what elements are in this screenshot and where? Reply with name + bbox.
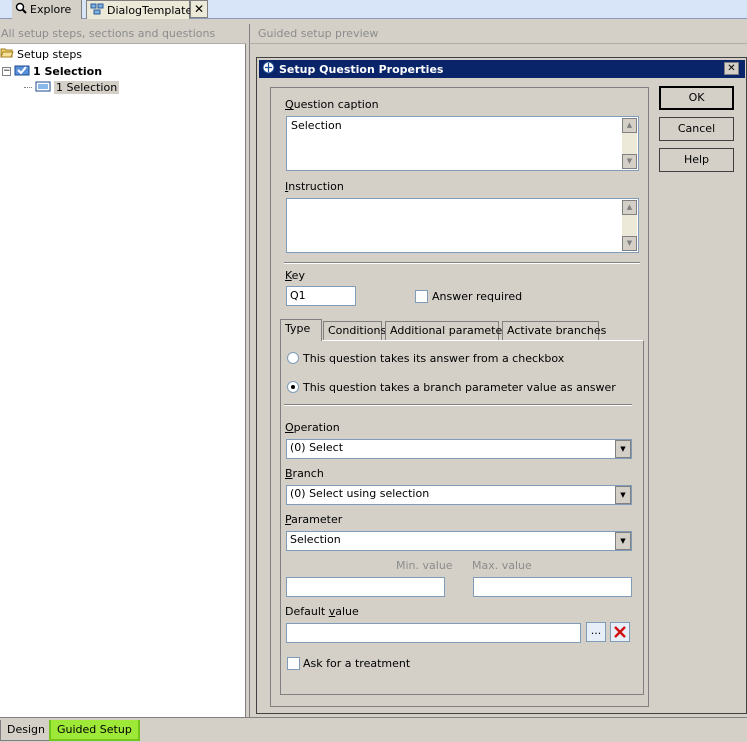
key-label: Key [285, 269, 305, 282]
magnifier-icon [15, 2, 27, 17]
setup-step-icon [14, 64, 30, 79]
tree-root-setup-steps[interactable]: Setup steps [0, 47, 82, 62]
tab-dialog-template-label: DialogTemplate [107, 3, 193, 17]
ask-treatment-label: Ask for a treatment [303, 657, 411, 670]
right-panel-header: Guided setup preview [249, 24, 747, 44]
tree-node-question[interactable]: 1 Selection [24, 80, 120, 95]
question-icon [35, 80, 51, 95]
tab-guided-setup[interactable]: Guided Setup [49, 720, 140, 741]
question-caption-label-rest: uestion caption [293, 98, 379, 111]
dialog-app-icon [262, 61, 275, 77]
tab-design[interactable]: Design [0, 720, 52, 741]
divider [284, 262, 640, 264]
scroll-up-icon[interactable]: ▲ [622, 200, 637, 215]
operation-value: (0) Select [290, 441, 344, 454]
scroll-down-icon[interactable]: ▼ [622, 236, 637, 251]
caption-scrollbar[interactable]: ▲ ▼ [622, 118, 637, 169]
tab-activate-branches[interactable]: Activate branches [502, 321, 606, 340]
tree-question-label: 1 Selection [54, 81, 120, 94]
radio-branch-parameter-label: This question takes a branch parameter v… [303, 381, 616, 394]
max-value-field[interactable] [473, 577, 632, 597]
dialog-title: Setup Question Properties [279, 62, 444, 76]
tree-node-step[interactable]: − 1 Selection [2, 64, 102, 79]
left-panel-header: All setup steps, sections and questions [0, 24, 246, 44]
tab-type[interactable]: Type [280, 319, 322, 341]
branch-label: Branch [285, 467, 324, 480]
dropdown-arrow-icon[interactable]: ▼ [615, 440, 631, 458]
answer-required-checkbox[interactable] [415, 290, 428, 303]
ok-button[interactable]: OK [659, 86, 734, 110]
default-value-label: Default value [285, 605, 359, 618]
max-value-label: Max. value [472, 559, 532, 572]
divider [284, 404, 632, 406]
question-caption-value: Selection [291, 119, 342, 132]
tab-dialog-template[interactable]: DialogTemplate [86, 0, 193, 19]
branch-value: (0) Select using selection [290, 487, 430, 500]
clear-icon[interactable] [610, 622, 630, 642]
operation-select[interactable]: (0) Select ▼ [286, 439, 632, 459]
tab-conditions[interactable]: Conditions [323, 321, 386, 340]
tab-additional-parameters[interactable]: Additional parameters [385, 321, 513, 340]
dialog-template-icon [90, 3, 104, 18]
instruction-scrollbar[interactable]: ▲ ▼ [622, 200, 637, 251]
parameter-select[interactable]: Selection ▼ [286, 531, 632, 551]
parameter-value: Selection [290, 533, 341, 546]
lookup-button[interactable]: ... [586, 622, 606, 642]
tab-explore[interactable]: Explore [12, 0, 82, 19]
branch-select[interactable]: (0) Select using selection ▼ [286, 485, 632, 505]
close-tab-button[interactable]: ✕ [190, 0, 208, 18]
operation-label: Operation [285, 421, 340, 434]
scroll-up-icon[interactable]: ▲ [622, 118, 637, 133]
tree-step-label: 1 Selection [33, 65, 103, 78]
parameter-label: Parameter [285, 513, 343, 526]
radio-checkbox-answer-label: This question takes its answer from a ch… [303, 352, 565, 365]
dropdown-arrow-icon[interactable]: ▼ [615, 532, 631, 550]
tree-connector [24, 87, 32, 88]
radio-checkbox-answer[interactable] [287, 352, 299, 364]
key-field[interactable]: Q1 [286, 286, 356, 306]
collapse-icon[interactable]: − [2, 67, 11, 76]
setup-tree: Setup steps − 1 Selection 1 Selection [0, 44, 246, 717]
ask-treatment-checkbox[interactable] [287, 657, 300, 670]
min-value-label: Min. value [396, 559, 453, 572]
scroll-down-icon[interactable]: ▼ [622, 154, 637, 169]
tree-root-label: Setup steps [17, 48, 83, 61]
instruction-field[interactable]: ▲ ▼ [286, 198, 639, 253]
instruction-label: Instruction [285, 180, 344, 193]
question-caption-field[interactable]: Selection ▲ ▼ [286, 116, 639, 171]
answer-required-label: Answer required [432, 290, 523, 303]
document-tab-strip: Explore DialogTemplate ✕ [0, 0, 747, 19]
dropdown-arrow-icon[interactable]: ▼ [615, 486, 631, 504]
view-tab-strip: Design Guided Setup [0, 717, 747, 742]
dialog-title-bar: Setup Question Properties ✕ [259, 60, 745, 78]
tab-explore-label: Explore [30, 3, 72, 16]
question-caption-label: Question caption [285, 98, 379, 111]
help-button[interactable]: Help [659, 148, 734, 172]
dialog-close-button[interactable]: ✕ [724, 62, 739, 75]
radio-branch-parameter-answer[interactable] [287, 381, 299, 393]
default-value-field[interactable] [286, 623, 581, 643]
open-folder-icon [0, 47, 14, 62]
min-value-field[interactable] [286, 577, 445, 597]
cancel-button[interactable]: Cancel [659, 117, 734, 141]
